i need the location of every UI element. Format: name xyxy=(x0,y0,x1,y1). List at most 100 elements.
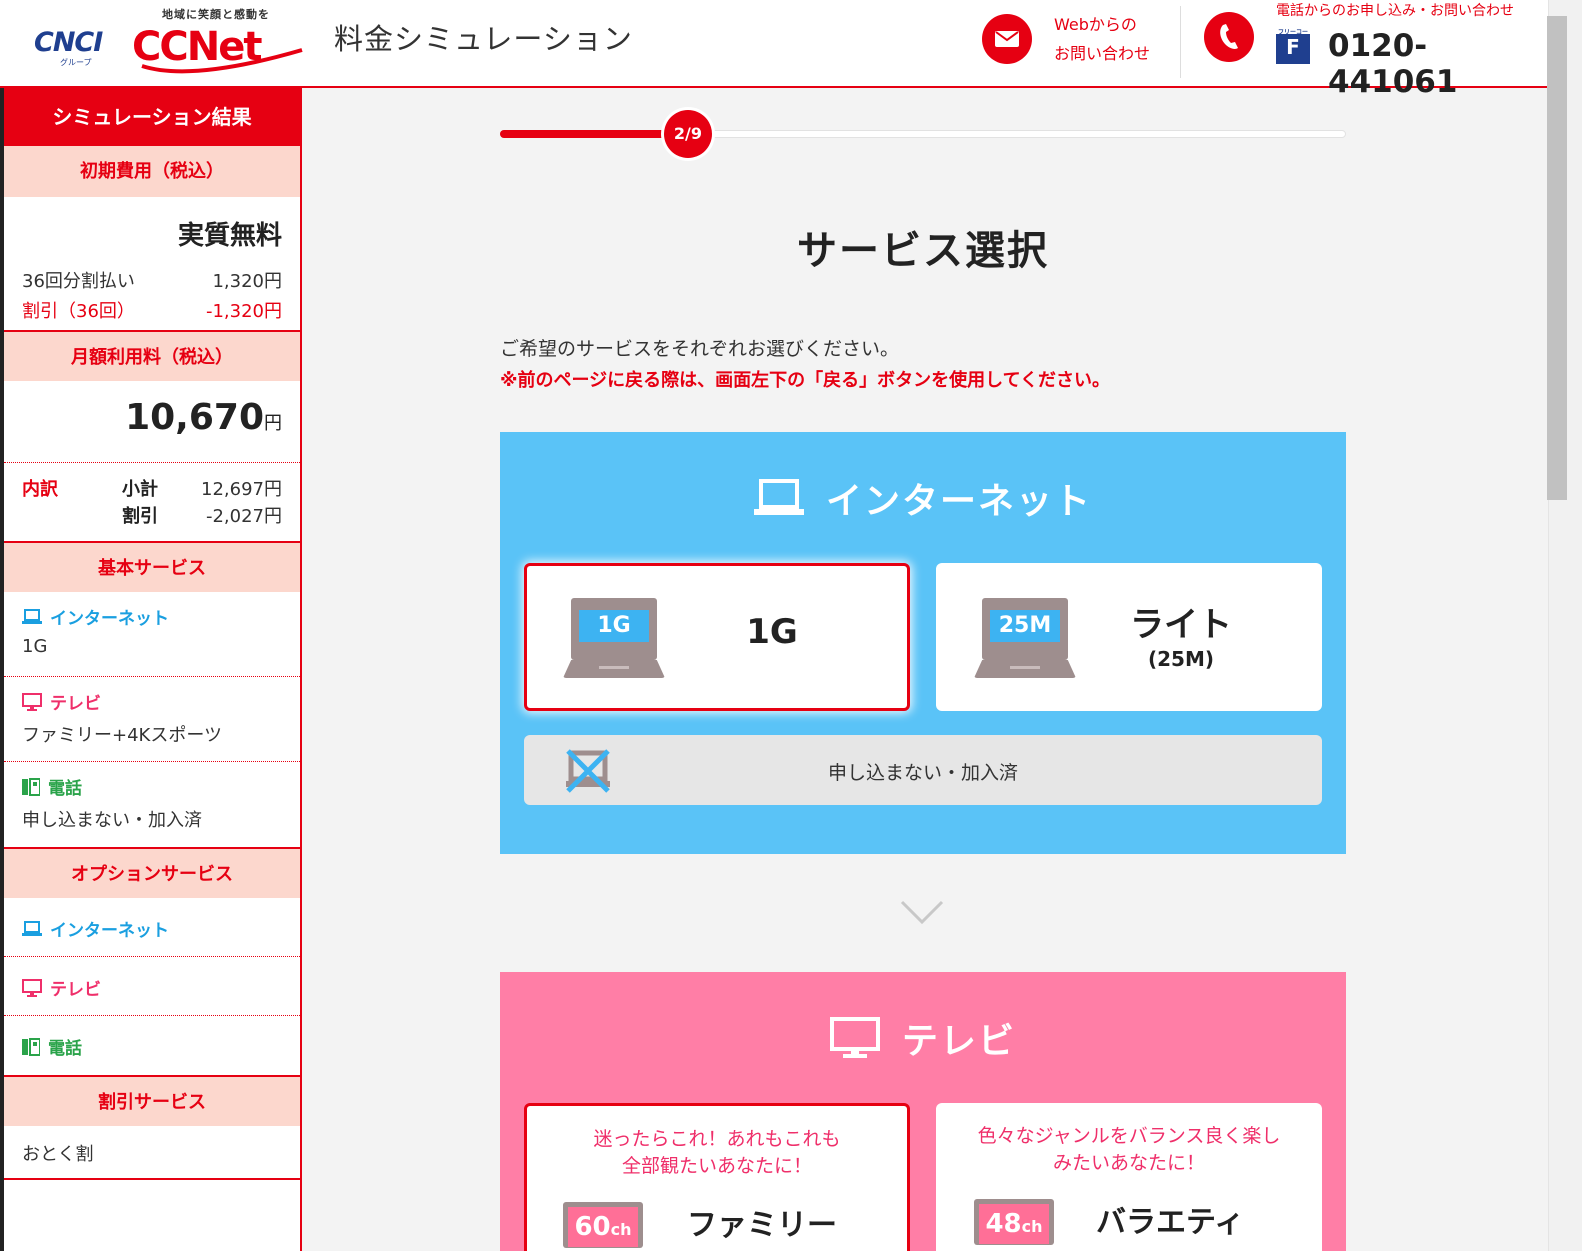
internet-lite-name: ライト xyxy=(1130,605,1232,645)
installment-row: 36回分割払い 1,320円 xyxy=(22,267,282,293)
discount-services-heading: 割引サービス xyxy=(4,1075,300,1126)
internet-1g-badge: 1G xyxy=(579,610,649,642)
initial-cost-headline: 実質無料 xyxy=(177,221,282,251)
installment-value: 1,320円 xyxy=(212,271,282,292)
tv-family-catch-line1: 迷ったらこれ！あれもこれも xyxy=(593,1128,841,1150)
tv-variety-channels: 48 xyxy=(985,1209,1022,1239)
site-header: CNCI グループ 地域に笑顔と感動を CCNet 料金シミュレーション Web… xyxy=(0,0,1548,100)
breakdown-label: 内訳 xyxy=(22,479,58,500)
basic-internet-value: 1G xyxy=(22,636,48,657)
option-service-phone: 電話 xyxy=(4,1016,300,1075)
progress-fill xyxy=(500,130,688,138)
internet-panel: インターネット 1G 1G 25M ライト (25M) 申し込まない・加入済 xyxy=(500,432,1346,854)
discount-service-item: おとく割 xyxy=(4,1126,300,1180)
option-services-heading: オプションサービス xyxy=(4,847,300,898)
header-divider xyxy=(1180,6,1181,78)
tv-variety-name: バラエティ xyxy=(1096,1205,1245,1240)
internet-panel-title-text: インターネット xyxy=(825,481,1092,522)
back-warning: ※前のページに戻る際は、画面左下の「戻る」ボタンを使用してください。 xyxy=(500,370,1111,391)
laptop-base xyxy=(563,660,665,678)
sidebar-heading: シミュレーション結果 xyxy=(4,88,300,146)
basic-internet-label: インターネット xyxy=(22,604,169,629)
tv-variety-catch: 色々なジャンルをバランス良く楽し みたいあなたに！ xyxy=(936,1123,1322,1177)
tv-family-channels: 60 xyxy=(574,1212,611,1242)
tv-panel-title: テレビ xyxy=(500,1012,1346,1064)
monthly-fee-value: 10,670 xyxy=(125,397,264,438)
basic-tv-value: ファミリー+4Kスポーツ xyxy=(22,725,222,746)
tv-icon xyxy=(829,1017,880,1058)
progress-indicator: 2/9 xyxy=(663,110,712,158)
initial-cost-heading: 初期費用（税込） xyxy=(4,146,300,197)
tv-icon xyxy=(22,692,42,711)
monthly-discount-value: -2,027円 xyxy=(205,506,282,527)
tel-contact[interactable]: 電話からのお申し込み・お問い合わせ F フリーコール 0120-441061 xyxy=(1204,0,1534,100)
basic-phone-label: 電話 xyxy=(22,774,82,799)
option-service-internet: インターネット xyxy=(4,898,300,957)
monthly-fee-heading: 月額利用料（税込） xyxy=(4,330,300,381)
internet-panel-title: インターネット xyxy=(500,472,1346,524)
page-header-title: 料金シミュレーション xyxy=(334,22,633,56)
web-contact-line1: Webからの xyxy=(1054,15,1137,34)
laptop-icon xyxy=(753,479,804,515)
tv-option-family[interactable]: 迷ったらこれ！あれもこれも 全部観たいあなたに！ 60ch ファミリー xyxy=(524,1103,910,1251)
tel-number[interactable]: 0120-441061 xyxy=(1328,28,1534,100)
basic-internet-name: インターネット xyxy=(50,609,169,629)
basic-tv-label: テレビ xyxy=(22,689,101,714)
scrollbar-thumb[interactable] xyxy=(1547,16,1567,500)
monthly-breakdown: 内訳 小計 12,697円 割引 -2,027円 xyxy=(4,463,300,541)
tv-family-catch-line2: 全部観たいあなたに！ xyxy=(621,1155,812,1177)
internet-lite-sub: (25M) xyxy=(1147,647,1214,671)
cnci-logo-text: CNCI xyxy=(34,27,103,58)
phone-icon xyxy=(22,777,40,796)
tv-icon xyxy=(22,978,42,997)
tv-family-ch-unit: ch xyxy=(610,1220,632,1239)
tv-panel-title-text: テレビ xyxy=(901,1021,1016,1062)
basic-services-heading: 基本サービス xyxy=(4,541,300,592)
tv-family-channel-badge: 60ch xyxy=(563,1202,643,1248)
internet-decline-option[interactable]: 申し込まない・加入済 xyxy=(524,735,1322,805)
internet-option-1g[interactable]: 1G 1G xyxy=(524,563,910,711)
option-phone-label: 電話 xyxy=(22,1034,82,1059)
monthly-fee-box: 10,670円 xyxy=(4,381,300,463)
lead-text: ご希望のサービスをそれぞれお選びください。 xyxy=(500,338,900,360)
web-contact-link[interactable]: Webからの お問い合わせ xyxy=(982,10,1172,76)
cnci-logo-sub: グループ xyxy=(60,58,92,67)
monthly-discount-row: 割引 -2,027円 xyxy=(122,502,282,528)
option-tv-label: テレビ xyxy=(22,975,101,1000)
tv-family-name: ファミリー xyxy=(687,1208,837,1243)
subtotal-label: 小計 xyxy=(122,479,158,500)
tv-variety-channel-badge: 48ch xyxy=(974,1199,1054,1245)
monthly-fee-amount: 10,670円 xyxy=(125,397,282,438)
chevron-down-icon xyxy=(900,900,944,925)
option-phone-name: 電話 xyxy=(48,1039,82,1059)
tel-contact-note: 電話からのお申し込み・お問い合わせ xyxy=(1276,3,1514,19)
ccnet-tagline: 地域に笑顔と感動を xyxy=(162,8,270,21)
web-contact-label: Webからの お問い合わせ xyxy=(1054,10,1150,68)
simulation-result-sidebar: シミュレーション結果 初期費用（税込） 実質無料 36回分割払い 1,320円 … xyxy=(0,88,302,1251)
cnci-logo[interactable]: CNCI グループ xyxy=(34,28,116,68)
page-title: サービス選択 xyxy=(797,228,1049,274)
ccnet-logo[interactable]: 地域に笑顔と感動を CCNet xyxy=(132,6,312,78)
tv-family-catch: 迷ったらこれ！あれもこれも 全部観たいあなたに！ xyxy=(527,1126,907,1180)
installment-label: 36回分割払い xyxy=(22,271,135,292)
monthly-discount-label: 割引 xyxy=(122,506,158,527)
tv-variety-catch-line1: 色々なジャンルをバランス良く楽し xyxy=(977,1125,1281,1147)
tv-option-variety[interactable]: 色々なジャンルをバランス良く楽し みたいあなたに！ 48ch バラエティ xyxy=(936,1103,1322,1251)
subtotal-value: 12,697円 xyxy=(201,479,282,500)
laptop-base xyxy=(974,660,1076,678)
phone-icon xyxy=(22,1037,40,1056)
ccnet-swoosh-icon xyxy=(141,48,303,74)
internet-decline-label: 申し込まない・加入済 xyxy=(827,762,1018,784)
mail-icon xyxy=(982,14,1032,64)
internet-25m-badge: 25M xyxy=(990,610,1060,642)
internet-option-lite[interactable]: 25M ライト (25M) xyxy=(936,563,1322,711)
option-internet-label: インターネット xyxy=(22,916,169,941)
initial-cost-box: 実質無料 36回分割払い 1,320円 割引（36回） -1,320円 xyxy=(4,197,300,330)
monthly-fee-unit: 円 xyxy=(264,413,282,434)
freedial-icon: F フリーコール xyxy=(1276,29,1310,64)
tv-panel: テレビ 迷ったらこれ！あれもこれも 全部観たいあなたに！ 60ch ファミリー … xyxy=(500,972,1346,1251)
discount-service-value: おとく割 xyxy=(22,1144,94,1165)
subtotal-row: 小計 12,697円 xyxy=(122,475,282,501)
web-contact-line2: お問い合わせ xyxy=(1054,44,1151,63)
initial-discount-label: 割引（36回） xyxy=(22,301,135,322)
